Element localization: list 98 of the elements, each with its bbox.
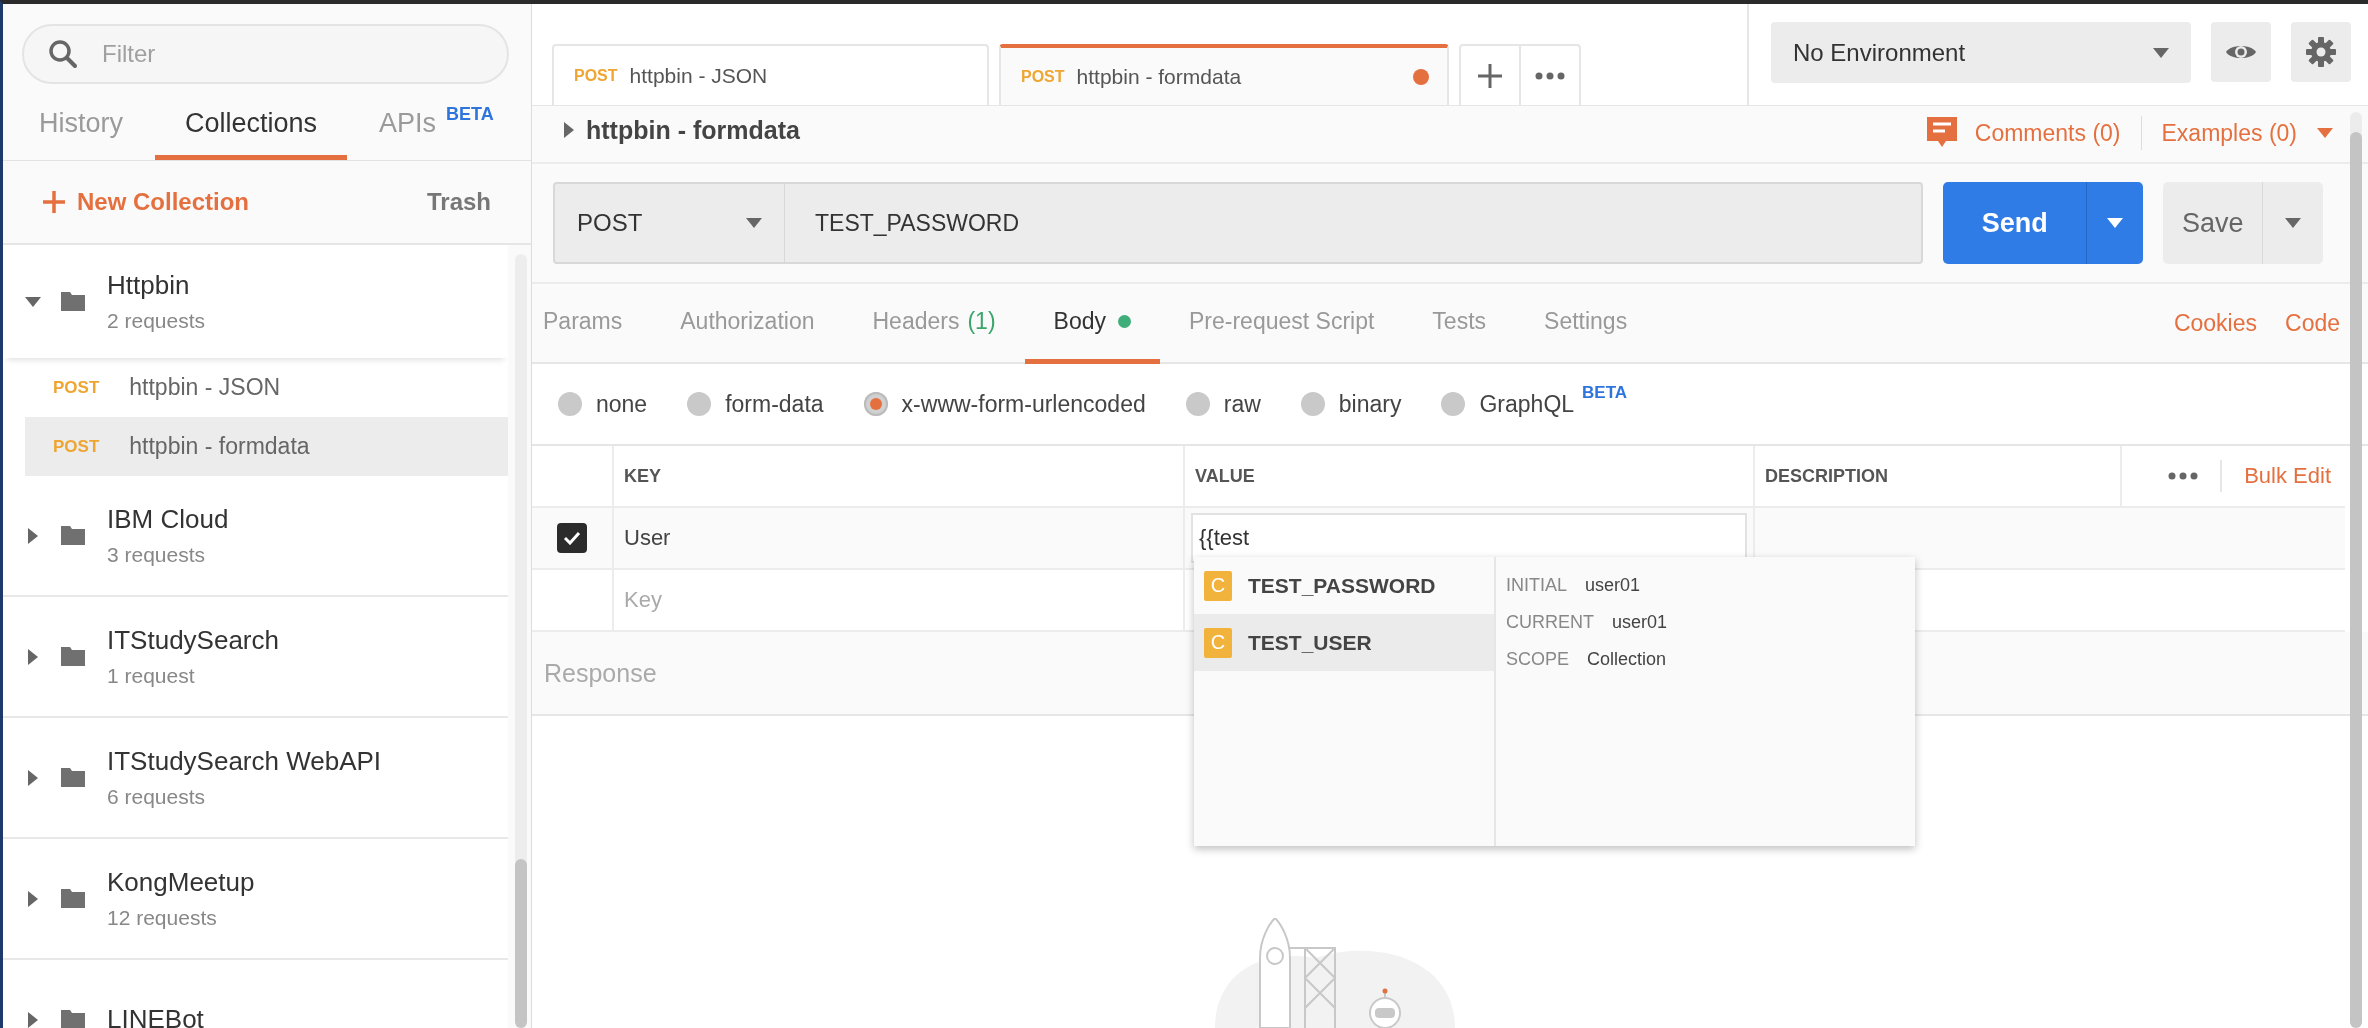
beta-label: BETA bbox=[446, 104, 494, 124]
collection-name: ITStudySearch bbox=[107, 625, 279, 656]
folder-icon bbox=[61, 768, 85, 787]
request-name: httpbin - formdata bbox=[129, 433, 310, 460]
column-header: DESCRIPTION bbox=[1753, 446, 2120, 506]
detail-label: SCOPE bbox=[1506, 649, 1570, 670]
scope-badge: C bbox=[1204, 627, 1232, 658]
scope-badge: C bbox=[1204, 570, 1232, 601]
folder-icon bbox=[61, 889, 85, 908]
more-icon[interactable] bbox=[2168, 472, 2199, 480]
collection-name: KongMeetup bbox=[107, 867, 255, 898]
filter-field[interactable]: Filter bbox=[22, 24, 509, 84]
radio-label[interactable]: none bbox=[596, 390, 648, 418]
detail-label: INITIAL bbox=[1506, 575, 1567, 596]
response-heading: Response bbox=[544, 658, 657, 688]
method-label: POST bbox=[53, 377, 100, 398]
radio-label[interactable]: raw bbox=[1223, 390, 1261, 418]
request-tab[interactable]: POST httpbin - formdata bbox=[999, 44, 1449, 105]
collection-name: LINEBot bbox=[107, 1004, 204, 1028]
radio-label[interactable]: form-data bbox=[725, 390, 824, 418]
comment-icon bbox=[1926, 117, 1957, 149]
settings-button[interactable] bbox=[2291, 22, 2351, 82]
folder-icon bbox=[61, 647, 85, 666]
caret-right-icon bbox=[28, 1011, 38, 1028]
collection-item[interactable]: ITStudySearch 1 request bbox=[3, 597, 508, 718]
detail-value: user01 bbox=[1612, 612, 1668, 633]
detail-value: user01 bbox=[1585, 575, 1641, 596]
radio-label[interactable]: binary bbox=[1338, 390, 1402, 418]
radio-button[interactable] bbox=[1441, 392, 1466, 416]
collection-item[interactable]: IBM Cloud 3 requests bbox=[3, 476, 508, 597]
plus-icon bbox=[1478, 63, 1502, 88]
section-tab[interactable]: Body bbox=[1024, 284, 1160, 364]
environment-dropdown[interactable]: No Environment bbox=[1771, 22, 2191, 83]
plus-icon bbox=[43, 191, 65, 213]
request-item[interactable]: POST httpbin - JSON bbox=[25, 358, 508, 417]
radio-button[interactable] bbox=[558, 392, 582, 416]
caret-right-icon[interactable] bbox=[564, 122, 574, 138]
tab-title: httpbin - JSON bbox=[629, 63, 768, 88]
caret-down-icon bbox=[2285, 218, 2302, 228]
method-dropdown[interactable]: POST bbox=[553, 182, 785, 264]
collection-item[interactable]: KongMeetup 12 requests bbox=[3, 839, 508, 960]
collection-item[interactable]: LINEBot bbox=[3, 960, 508, 1028]
beta-label: BETA bbox=[1582, 382, 1628, 402]
table-cell: User bbox=[612, 508, 1183, 568]
collection-name: Httpbin bbox=[107, 270, 191, 301]
request-count: 1 request bbox=[107, 664, 196, 688]
caret-right-icon bbox=[28, 769, 38, 786]
sidebar-tab[interactable]: APIs $^{BETA}$ bbox=[357, 94, 516, 160]
radio-button[interactable] bbox=[863, 392, 888, 416]
request-tab[interactable]: POST httpbin - JSON bbox=[552, 44, 989, 105]
collection-item[interactable]: ITStudySearch WebAPI 6 requests bbox=[3, 718, 508, 839]
detail-value: Collection bbox=[1587, 649, 1667, 670]
radio-button[interactable] bbox=[687, 392, 712, 416]
detail-label: CURRENT bbox=[1506, 612, 1594, 633]
radio-label[interactable]: x-www-form-urlencoded bbox=[901, 390, 1146, 418]
caret-down-icon bbox=[746, 218, 762, 228]
collection-name: ITStudySearch WebAPI bbox=[107, 746, 382, 777]
caret-down-icon bbox=[2107, 218, 2124, 228]
caret-down-icon bbox=[25, 296, 41, 307]
method-label: POST bbox=[53, 436, 100, 457]
sidebar-tab[interactable]: Collections bbox=[155, 94, 348, 160]
column-header: KEY bbox=[612, 446, 1183, 506]
tab-title: httpbin - formdata bbox=[1076, 64, 1242, 89]
folder-icon bbox=[61, 292, 85, 311]
radio-button[interactable] bbox=[1185, 392, 1210, 416]
folder-icon bbox=[61, 526, 85, 545]
request-title: httpbin - formdata bbox=[586, 116, 800, 145]
collection-item[interactable]: Httpbin 2 requests bbox=[3, 245, 508, 358]
suggestion-item[interactable]: C TEST_USER bbox=[1194, 614, 1494, 671]
checkbox[interactable] bbox=[557, 523, 587, 553]
key-input[interactable]: Key bbox=[624, 587, 1024, 613]
url-input[interactable]: TEST_PASSWORD bbox=[785, 182, 1923, 264]
caret-down-icon bbox=[2153, 47, 2169, 58]
folder-icon bbox=[61, 1010, 85, 1028]
request-name: httpbin - JSON bbox=[129, 374, 281, 401]
request-count: 6 requests bbox=[107, 785, 207, 809]
environment-quick-look-button[interactable] bbox=[2211, 22, 2271, 82]
filter-input[interactable]: Filter bbox=[100, 39, 464, 69]
scrollbar[interactable] bbox=[515, 254, 527, 1028]
request-count: 3 requests bbox=[107, 543, 207, 567]
caret-right-icon bbox=[28, 648, 38, 665]
caret-right-icon bbox=[28, 527, 38, 544]
caret-right-icon bbox=[28, 890, 38, 907]
request-count: 2 requests bbox=[107, 309, 206, 333]
method-label: POST bbox=[574, 66, 618, 85]
check-icon bbox=[563, 531, 581, 545]
request-item[interactable]: POST httpbin - formdata bbox=[25, 417, 508, 476]
request-count: 12 requests bbox=[107, 906, 218, 930]
collection-name: IBM Cloud bbox=[107, 504, 229, 535]
radio-button[interactable] bbox=[1300, 392, 1325, 416]
method-label: POST bbox=[1021, 67, 1065, 86]
more-icon bbox=[1535, 71, 1565, 80]
trash-link[interactable]: Trash bbox=[426, 188, 491, 216]
unsaved-dot bbox=[1413, 68, 1429, 85]
caret-down-icon bbox=[2317, 128, 2333, 138]
search-icon bbox=[48, 39, 78, 69]
column-header: VALUE bbox=[1183, 446, 1753, 506]
scrollbar[interactable] bbox=[2350, 112, 2362, 1028]
